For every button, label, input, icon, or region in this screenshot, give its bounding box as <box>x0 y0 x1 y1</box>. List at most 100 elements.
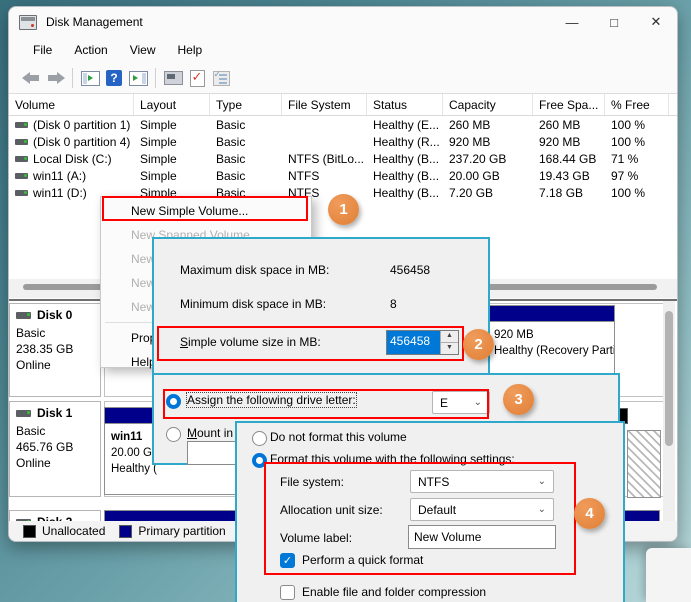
format-volume-label[interactable]: Format this volume with the following se… <box>270 452 515 466</box>
cell-text: Simple <box>140 169 177 183</box>
do-not-format-label[interactable]: Do not format this volume <box>270 430 407 444</box>
cell-capacity: 237.20 GB <box>443 150 533 167</box>
cell-free_space: 19.43 GB <box>533 167 605 184</box>
cell-volume: (Disk 0 partition 1) <box>9 116 134 133</box>
toolbar-button-help[interactable]: ? <box>102 66 126 90</box>
disk-name: Disk 0 <box>37 308 72 322</box>
compression-checkbox[interactable] <box>280 585 295 600</box>
menu-view[interactable]: View <box>121 40 165 60</box>
volume-icon <box>15 156 28 162</box>
display-icon <box>164 71 183 85</box>
spinner-down-icon[interactable]: ▼ <box>441 343 458 354</box>
toolbar-button-checklist[interactable] <box>209 66 233 90</box>
cell-text: 71 % <box>611 152 638 166</box>
format-volume-radio[interactable] <box>252 453 267 468</box>
allocation-unit-value: Default <box>418 503 456 517</box>
maximize-button[interactable]: □ <box>593 7 635 37</box>
volume-size-spinner[interactable]: 456458 ▲ ▼ <box>386 330 459 355</box>
cell-capacity: 7.20 GB <box>443 184 533 201</box>
toolbar-button-show-action-pane[interactable] <box>126 66 150 90</box>
cell-pct_free: 100 % <box>605 116 669 133</box>
disk1-info-box[interactable]: Disk 1Basic465.76 GBOnline <box>9 401 101 497</box>
toolbar-button-check-disk[interactable] <box>185 66 209 90</box>
vertical-scrollbar-thumb[interactable] <box>665 311 673 446</box>
assign-drive-letter-label[interactable]: Assign the following drive letter: <box>187 393 356 407</box>
table-row[interactable]: win11 (A:)SimpleBasicNTFSHealthy (B...20… <box>9 167 677 184</box>
file-system-select[interactable]: NTFS ⌄ <box>410 470 554 493</box>
window-title: Disk Management <box>46 15 143 29</box>
column-header-4[interactable]: Status <box>367 94 443 115</box>
menu-help[interactable]: Help <box>169 40 212 60</box>
cell-text: (Disk 0 partition 1) <box>33 118 130 132</box>
cell-text: Healthy (B... <box>373 186 439 200</box>
drive-letter-select[interactable]: E ⌄ <box>432 391 490 414</box>
assign-drive-letter-radio[interactable] <box>166 394 181 409</box>
column-header-0[interactable]: Volume <box>9 94 134 115</box>
toolbar-button-back[interactable] <box>19 66 43 90</box>
cell-text: 260 MB <box>539 118 580 132</box>
cell-text: Simple <box>140 135 177 149</box>
mount-folder-radio[interactable] <box>166 427 181 442</box>
column-header-1[interactable]: Layout <box>134 94 210 115</box>
close-button[interactable]: ✕ <box>635 7 677 37</box>
chevron-down-icon: ⌄ <box>538 476 546 487</box>
step-badge-4: 4 <box>574 498 605 529</box>
compression-label: Enable file and folder compression <box>302 585 486 599</box>
volume-size-value[interactable]: 456458 <box>387 331 440 354</box>
max-size-value: 456458 <box>390 263 430 277</box>
cell-text: 100 % <box>611 186 645 200</box>
toolbar-button-show-console-tree[interactable] <box>78 66 102 90</box>
do-not-format-radio[interactable] <box>252 431 267 446</box>
cell-text: NTFS <box>288 169 319 183</box>
background-window-corner <box>646 548 691 602</box>
min-size-label: Minimum disk space in MB: <box>180 297 326 311</box>
column-header-2[interactable]: Type <box>210 94 282 115</box>
cell-text: 168.44 GB <box>539 152 596 166</box>
legend-swatch <box>23 525 36 538</box>
cell-text: Healthy (B... <box>373 169 439 183</box>
cell-text: Basic <box>216 118 245 132</box>
spinner-up-icon[interactable]: ▲ <box>441 331 458 343</box>
cell-text: 7.18 GB <box>539 186 583 200</box>
show-console-tree-icon <box>81 71 100 86</box>
allocation-unit-label: Allocation unit size: <box>280 503 383 517</box>
selected-unallocated-region[interactable] <box>627 430 661 498</box>
table-row[interactable]: Local Disk (C:)SimpleBasicNTFS (BitLo...… <box>9 150 677 167</box>
minimize-button[interactable]: — <box>551 7 593 37</box>
quick-format-checkbox[interactable]: ✓ <box>280 553 295 568</box>
chevron-down-icon: ⌄ <box>538 504 546 515</box>
column-header-3[interactable]: File System <box>282 94 367 115</box>
toolbar-button-display[interactable] <box>161 66 185 90</box>
allocation-unit-select[interactable]: Default ⌄ <box>410 498 554 521</box>
disk-name-row: Disk 0 <box>16 308 100 322</box>
format-partition-dialog: Do not format this volume Format this vo… <box>235 421 625 602</box>
cell-status: Healthy (B... <box>367 150 443 167</box>
menu-action[interactable]: Action <box>65 40 116 60</box>
column-header-7[interactable]: % Free <box>605 94 669 115</box>
table-row[interactable]: (Disk 0 partition 1)SimpleBasicHealthy (… <box>9 116 677 133</box>
cell-status: Healthy (R... <box>367 133 443 150</box>
volume-icon <box>15 139 28 145</box>
disk-status: Online <box>16 357 100 373</box>
toolbar-button-forward[interactable] <box>43 66 67 90</box>
partition-status: Healthy (Recovery Partit <box>488 343 614 359</box>
disk-size: 465.76 GB <box>16 439 100 455</box>
cell-text: 920 MB <box>539 135 580 149</box>
legend-label: Unallocated <box>42 524 105 538</box>
menu-file[interactable]: File <box>24 40 61 60</box>
cell-text: Basic <box>216 169 245 183</box>
menu-item-0[interactable]: New Simple Volume... <box>101 199 311 223</box>
file-system-label: File system: <box>280 475 344 489</box>
cell-text: 237.20 GB <box>449 152 506 166</box>
cell-text: 7.20 GB <box>449 186 493 200</box>
step-badge-3: 3 <box>503 384 534 415</box>
volume-label-input[interactable] <box>408 525 556 549</box>
toolbar-separator <box>155 68 156 88</box>
partition-size: 920 MB <box>488 322 614 343</box>
disk0-info-box[interactable]: Disk 0Basic238.35 GBOnline <box>9 303 101 397</box>
column-header-6[interactable]: Free Spa... <box>533 94 605 115</box>
table-row[interactable]: (Disk 0 partition 4)SimpleBasicHealthy (… <box>9 133 677 150</box>
column-header-5[interactable]: Capacity <box>443 94 533 115</box>
cell-text: 100 % <box>611 135 645 149</box>
primary-partition-stripe <box>488 306 614 322</box>
